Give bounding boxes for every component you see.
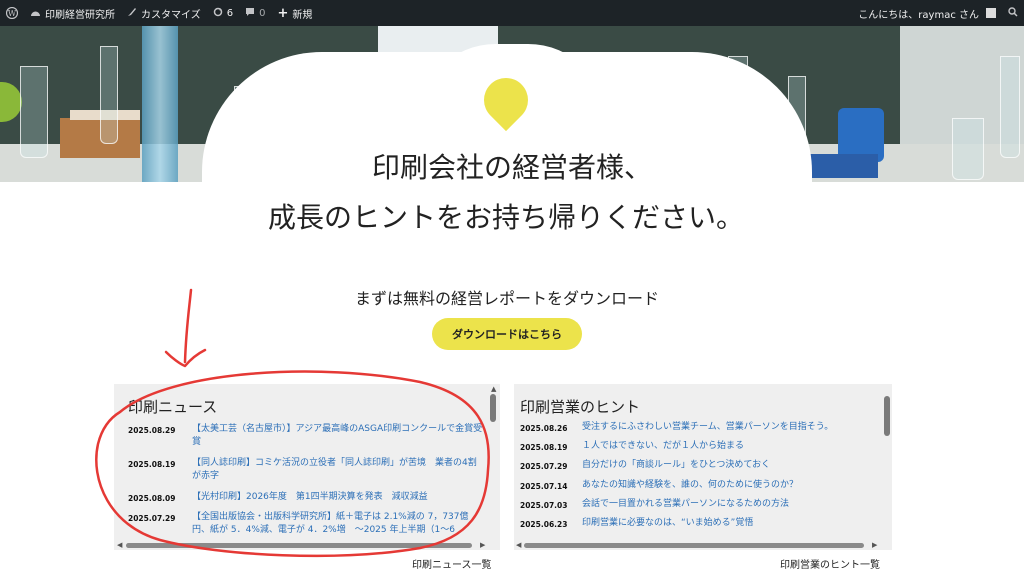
scroll-left-arrow-icon[interactable]: ◀ — [117, 541, 122, 549]
scroll-up-arrow-icon[interactable]: ▲ — [491, 385, 496, 393]
sales-date: 2025.07.29 — [520, 462, 568, 471]
news-panel[interactable]: 印刷ニュース 2025.08.29 【太美工芸（名古屋市）】アジア最高峰のASG… — [114, 384, 500, 550]
news-link[interactable]: 【光村印刷】2026年度 第1四半期決算を発表 減収減益 — [192, 491, 484, 504]
news-date: 2025.08.09 — [128, 494, 176, 503]
site-name-menu[interactable]: 印刷経営研究所 — [24, 0, 121, 26]
admin-bar: W 印刷経営研究所 カスタマイズ 6 0 + 新規 こんにちは、raymac さ… — [0, 0, 1024, 26]
customize-label: カスタマイズ — [141, 9, 201, 21]
sales-panel-title: 印刷営業のヒント — [520, 398, 641, 416]
hero-headline-line2: 成長のヒントをお持ち帰りください。 — [267, 201, 744, 234]
updates-icon — [213, 7, 223, 20]
greeting-label: こんにちは、raymac さん — [858, 9, 979, 21]
sales-list-link[interactable]: 印刷営業のヒント一覧 — [780, 556, 880, 571]
sales-date: 2025.06.23 — [520, 520, 568, 529]
svg-text:W: W — [8, 9, 17, 18]
comments-menu[interactable]: 0 — [239, 0, 271, 26]
news-date: 2025.08.19 — [128, 460, 176, 469]
sales-link[interactable]: １人ではできない、だが１人から始まる — [582, 440, 876, 453]
my-account-menu[interactable]: こんにちは、raymac さん — [852, 0, 1002, 26]
scroll-right-arrow-icon[interactable]: ▶ — [872, 541, 877, 549]
news-date: 2025.07.29 — [128, 514, 176, 523]
news-link[interactable]: 【全国出版協会・出版科学研究所】紙＋電子は 2.1%減の 7，737億円、紙が … — [192, 511, 484, 537]
updates-count: 6 — [226, 7, 234, 19]
sales-hints-panel[interactable]: 印刷営業のヒント 2025.08.26 受注するにふさわしい営業チーム、営業パー… — [514, 384, 892, 550]
sales-date: 2025.07.03 — [520, 501, 568, 510]
dashboard-icon — [30, 7, 41, 20]
search-button[interactable] — [1002, 0, 1024, 26]
news-list-link[interactable]: 印刷ニュース一覧 — [412, 556, 492, 571]
sales-link[interactable]: 会話で一目置かれる営業パーソンになるための方法 — [582, 498, 876, 511]
search-icon — [1008, 6, 1018, 20]
news-vertical-scrollbar[interactable] — [490, 394, 496, 422]
new-content-menu[interactable]: + 新規 — [271, 0, 318, 26]
sales-link[interactable]: あなたの知識や経験を、誰の、何のために使うのか？ — [582, 479, 876, 492]
news-panel-title: 印刷ニュース — [128, 398, 218, 416]
new-label: 新規 — [292, 9, 313, 21]
comment-icon — [245, 7, 255, 20]
news-date: 2025.08.29 — [128, 426, 176, 435]
sales-date: 2025.08.19 — [520, 443, 568, 452]
wordpress-logo-icon[interactable]: W — [0, 0, 24, 26]
updates-menu[interactable]: 6 — [207, 0, 239, 26]
download-button[interactable]: ダウンロードはこちら — [432, 318, 582, 350]
avatar — [986, 8, 996, 18]
news-horizontal-scrollbar[interactable] — [126, 543, 472, 548]
scroll-left-arrow-icon[interactable]: ◀ — [516, 541, 521, 549]
sales-horizontal-scrollbar[interactable] — [524, 543, 864, 548]
scroll-right-arrow-icon[interactable]: ▶ — [480, 541, 485, 549]
sales-vertical-scrollbar[interactable] — [884, 396, 890, 436]
comments-count: 0 — [259, 7, 266, 19]
news-link[interactable]: 【同人誌印刷】コミケ活況の立役者「同人誌印刷」が苦境 業者の4割が赤字 — [192, 457, 484, 483]
sales-date: 2025.07.14 — [520, 482, 568, 491]
sales-link[interactable]: 印刷営業に必要なのは、“いま始める”覚悟 — [582, 517, 876, 530]
hero-headline-line1: 印刷会社の経営者様、 — [371, 151, 652, 184]
brush-icon — [127, 7, 137, 20]
customize-menu[interactable]: カスタマイズ — [121, 0, 207, 26]
sales-link[interactable]: 自分だけの「商談ルール」をひとつ決めておく — [582, 459, 876, 472]
cta-subheading: まずは無料の経営レポートをダウンロード — [354, 289, 659, 308]
plus-icon: + — [277, 5, 289, 21]
sales-date: 2025.08.26 — [520, 424, 568, 433]
sales-link[interactable]: 受注するにふさわしい営業チーム、営業パーソンを目指そう。 — [582, 421, 876, 434]
site-name-label: 印刷経営研究所 — [45, 9, 115, 21]
news-link[interactable]: 【太美工芸（名古屋市）】アジア最高峰のASGA印刷コンクールで金賞受賞 — [192, 423, 484, 449]
